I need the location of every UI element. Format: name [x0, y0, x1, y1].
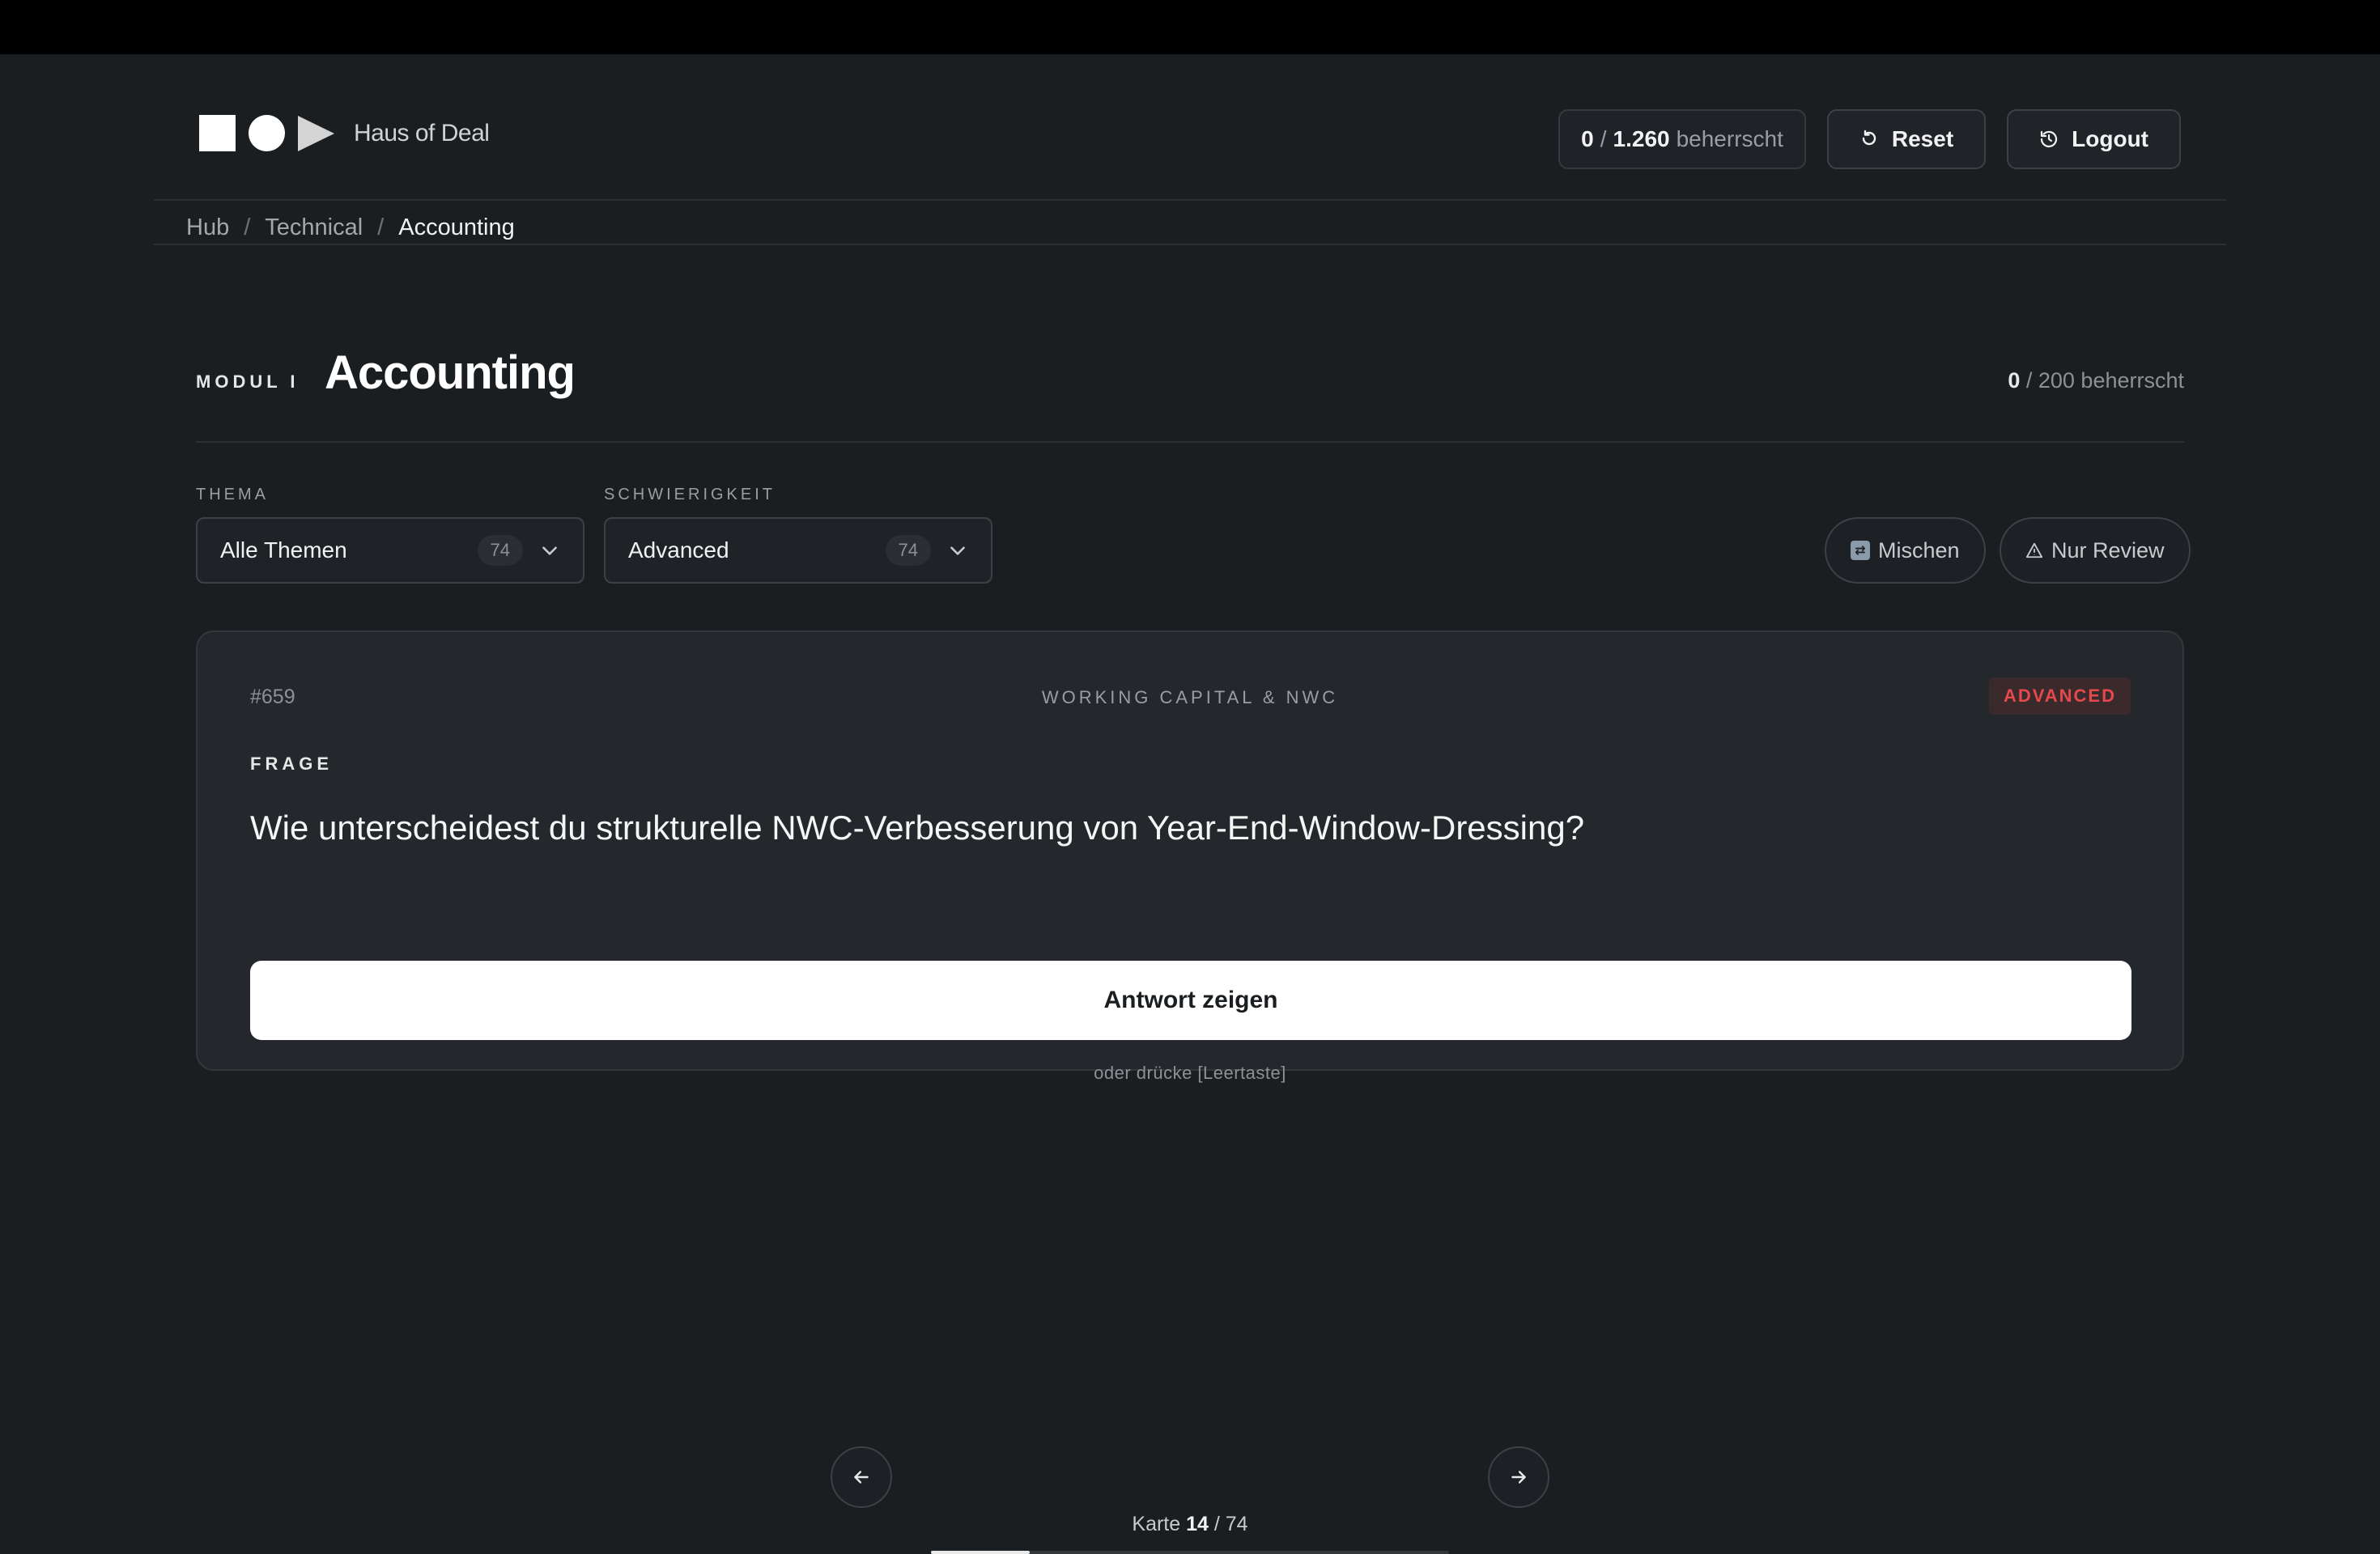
keyboard-hint: oder drücke [Leertaste]	[1094, 1063, 1286, 1083]
header-actions: 0 / 1.260 beherrscht Reset Logout	[1558, 109, 2181, 169]
brand-name: Haus of Deal	[354, 119, 490, 146]
mastery-total: 1.260	[1613, 126, 1670, 151]
difficulty-count-badge: 74	[885, 535, 931, 566]
brand-logo[interactable]: Haus of Deal	[199, 115, 490, 151]
app: Haus of Deal 0 / 1.260 beherrscht Reset …	[0, 54, 2380, 1554]
page-title: Accounting	[325, 346, 576, 399]
global-mastery-counter: 0 / 1.260 beherrscht	[1558, 109, 1806, 169]
breadcrumb-technical[interactable]: Technical	[265, 214, 363, 241]
module-kicker: MODUL I	[196, 372, 300, 392]
topic-count-badge: 74	[477, 535, 523, 566]
card-progress-fill	[931, 1551, 1030, 1554]
chevron-down-icon	[542, 546, 557, 555]
history-icon	[2041, 130, 2058, 147]
chevron-down-icon	[950, 546, 965, 555]
difficulty-filter-label: SCHWIERIGKEIT	[604, 486, 776, 503]
breadcrumb-separator: /	[377, 214, 385, 240]
reset-icon	[1862, 130, 1876, 146]
show-answer-button[interactable]: Antwort zeigen	[250, 961, 2131, 1040]
topic-filter-label: THEMA	[196, 486, 269, 503]
reset-label: Reset	[1891, 126, 1954, 151]
reset-button[interactable]: Reset	[1826, 109, 1987, 169]
logo-circle-icon	[249, 115, 285, 151]
system-top-bar	[0, 0, 2380, 54]
previous-card-button[interactable]	[831, 1446, 892, 1508]
card-counter-total: / 74	[1213, 1513, 1248, 1535]
card-progress-track	[931, 1551, 1449, 1554]
logo-square-icon	[199, 115, 236, 151]
next-card-button[interactable]	[1488, 1446, 1549, 1508]
shuffle-button[interactable]: ⇄ Mischen	[1825, 517, 1986, 584]
logout-button[interactable]: Logout	[2007, 109, 2181, 169]
card-counter-current: 14	[1186, 1513, 1209, 1535]
mastery-sep: /	[1600, 126, 1607, 151]
shuffle-icon: ⇄	[1851, 541, 1870, 560]
warning-icon	[2025, 542, 2043, 558]
card-counter: Karte 14 / 74	[931, 1513, 1449, 1536]
shuffle-label: Mischen	[1878, 537, 1960, 563]
difficulty-badge: ADVANCED	[1988, 677, 2131, 715]
difficulty-select[interactable]: Advanced 74	[604, 517, 992, 584]
review-only-button[interactable]: Nur Review	[2000, 517, 2191, 584]
module-total-text: / 200 beherrscht	[2025, 368, 2184, 393]
difficulty-select-value: Advanced	[628, 537, 729, 563]
logout-label: Logout	[2072, 126, 2148, 151]
mastery-count: 0	[1581, 126, 1594, 151]
flashcard: #659 WORKING CAPITAL & NWC ADVANCED FRAG…	[196, 631, 2184, 1083]
question-text: Wie unterscheidest du strukturelle NWC-V…	[250, 809, 1585, 847]
module-mastered-count: 0	[2008, 368, 2021, 393]
logo-triangle-icon	[298, 115, 334, 151]
card-counter-prefix: Karte	[1132, 1513, 1181, 1535]
breadcrumb-current: Accounting	[398, 214, 515, 240]
title-divider	[196, 441, 2184, 443]
app-header: Haus of Deal 0 / 1.260 beherrscht Reset …	[154, 83, 2226, 201]
module-mastery: 0 / 200 beherrscht	[2008, 368, 2184, 393]
breadcrumb: Hub / Technical / Accounting	[186, 193, 515, 262]
topic-select-value: Alle Themen	[220, 537, 347, 563]
card-topic: WORKING CAPITAL & NWC	[1041, 687, 1339, 707]
review-only-label: Nur Review	[2051, 537, 2165, 563]
breadcrumb-hub[interactable]: Hub	[186, 214, 229, 241]
question-label: FRAGE	[250, 754, 333, 774]
arrow-left-icon	[854, 1471, 869, 1484]
mastery-label: beherrscht	[1676, 126, 1783, 151]
breadcrumb-separator: /	[244, 214, 251, 240]
breadcrumb-divider	[154, 244, 2226, 245]
arrow-right-icon	[1511, 1471, 1526, 1484]
topic-select[interactable]: Alle Themen 74	[196, 517, 584, 584]
